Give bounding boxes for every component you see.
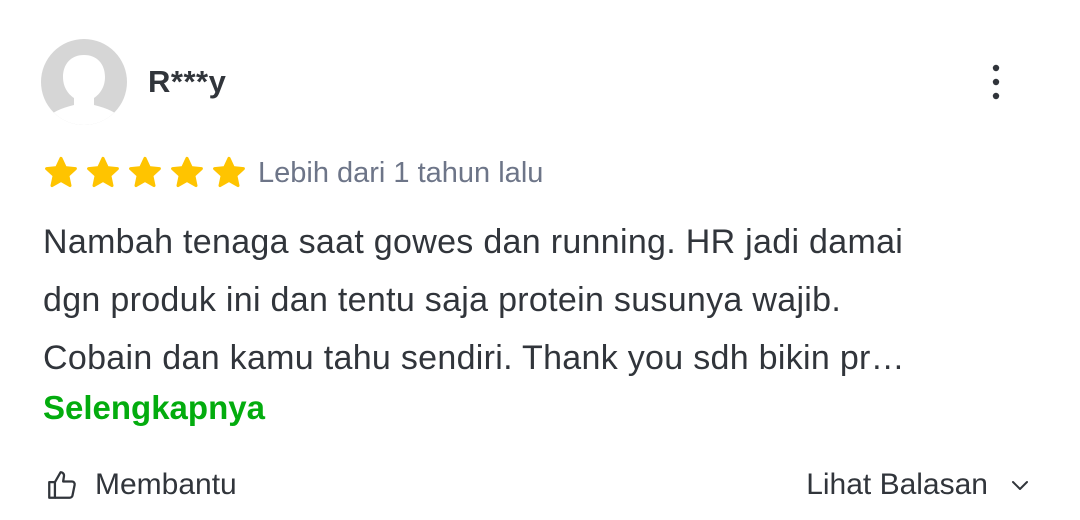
star-icon xyxy=(129,156,161,188)
review-card: R***y Lebih dari 1 tahun lalu Nambah ten… xyxy=(0,0,1080,520)
more-vertical-icon xyxy=(992,64,1000,100)
review-text-line: Nambah tenaga saat gowes dan running. HR… xyxy=(43,223,904,261)
review-text-line: Cobain dan kamu tahu sendiri. Thank you … xyxy=(43,339,905,377)
review-text: Nambah tenaga saat gowes dan running. HR… xyxy=(43,213,1033,387)
more-options-button[interactable] xyxy=(976,58,1016,106)
reviewer-avatar xyxy=(41,39,127,125)
default-user-avatar-icon xyxy=(45,55,123,125)
star-icon xyxy=(213,156,245,188)
read-more-link[interactable]: Selengkapnya xyxy=(43,389,265,427)
helpful-button[interactable]: Membantu xyxy=(45,464,237,506)
review-time: Lebih dari 1 tahun lalu xyxy=(258,157,544,189)
thumbs-up-icon xyxy=(48,471,76,499)
star-icon xyxy=(171,156,203,188)
star-rating xyxy=(43,155,253,191)
star-icon xyxy=(45,156,77,188)
helpful-label: Membantu xyxy=(95,468,237,501)
review-text-line: dgn produk ini dan tentu saja protein su… xyxy=(43,281,842,319)
chevron-down-icon xyxy=(1012,481,1028,490)
see-replies-button[interactable]: Lihat Balasan xyxy=(806,464,1032,506)
reviewer-name: R***y xyxy=(148,64,227,99)
star-icon xyxy=(87,156,119,188)
see-replies-label: Lihat Balasan xyxy=(806,468,988,501)
